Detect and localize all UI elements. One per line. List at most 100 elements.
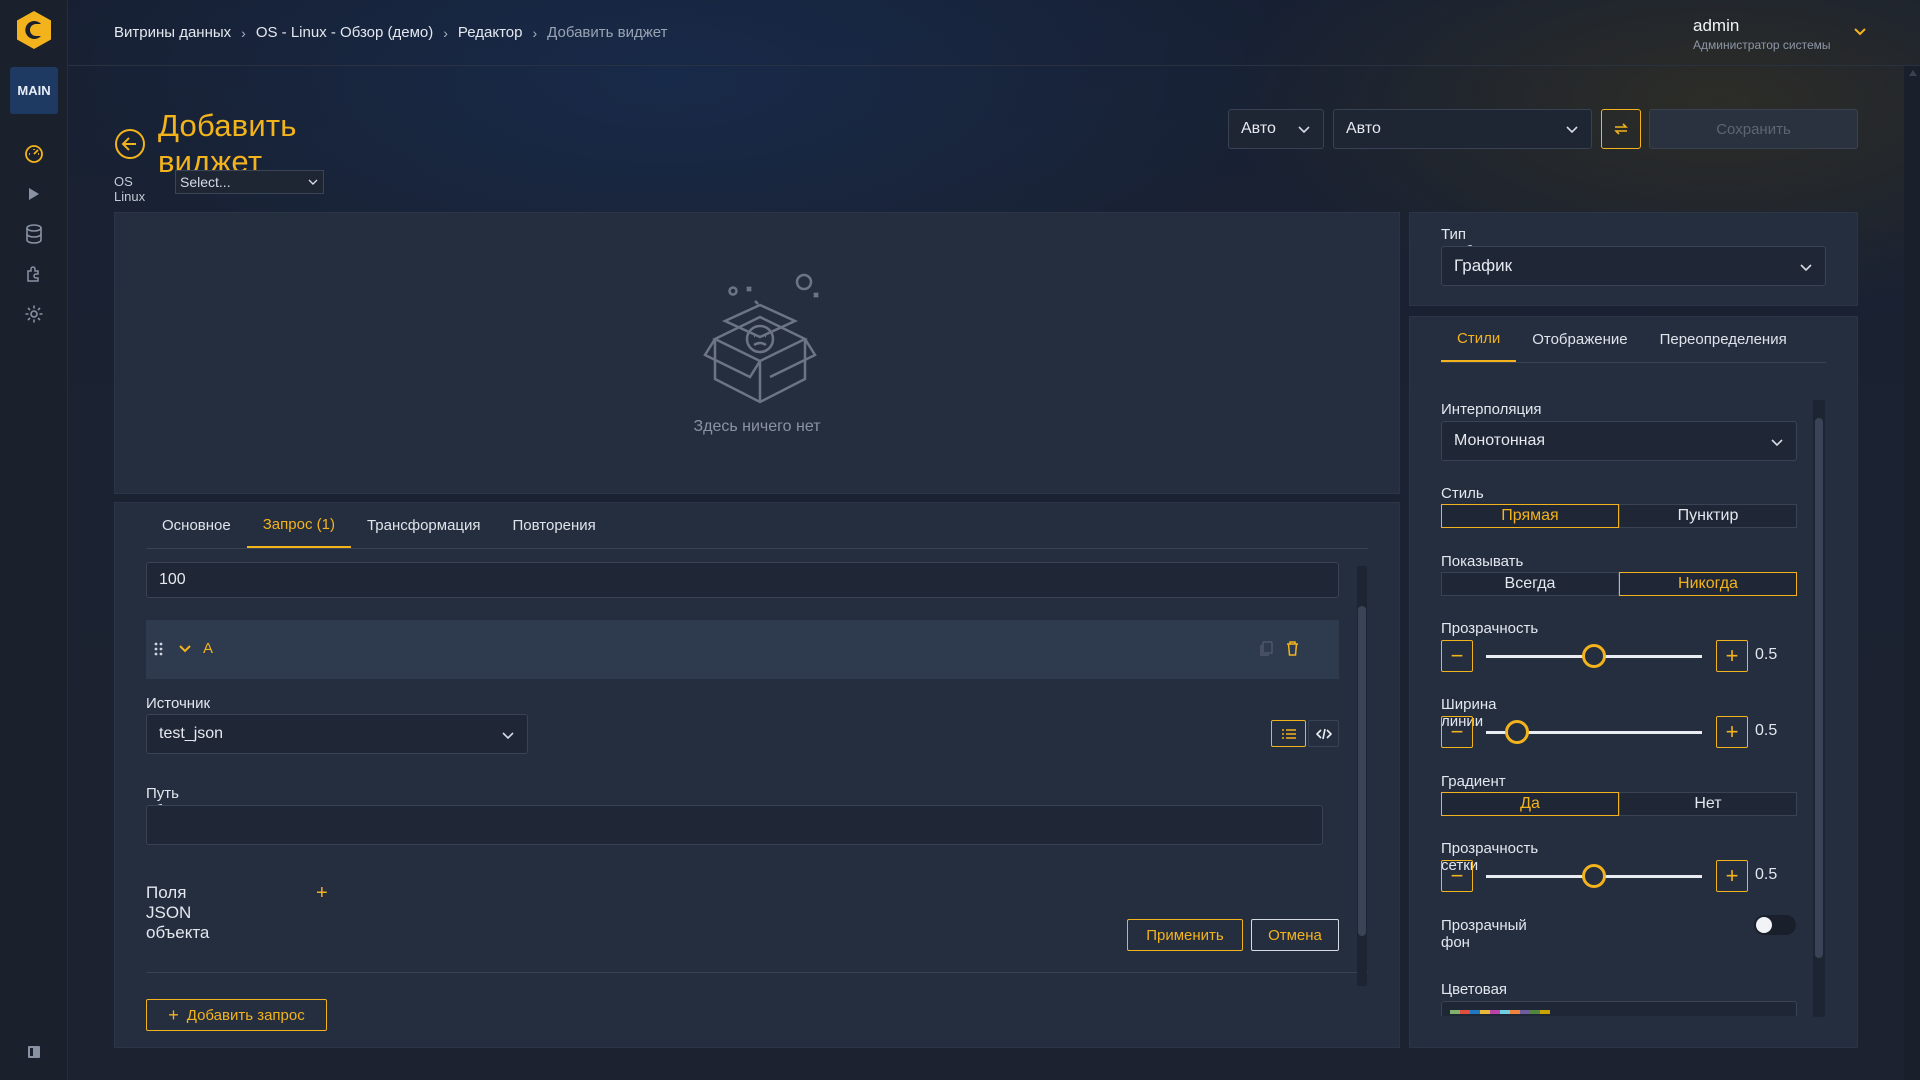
- opacity-label: Прозрачность: [1441, 620, 1539, 637]
- transparent-bg-toggle[interactable]: [1754, 915, 1796, 935]
- line-style-toggle: Прямая Пунктир: [1441, 504, 1797, 528]
- tab-general[interactable]: Основное: [146, 502, 247, 548]
- tab-transformation[interactable]: Трансформация: [351, 502, 497, 548]
- copy-icon[interactable]: [1260, 641, 1273, 661]
- time-select-1[interactable]: Авто: [1228, 109, 1324, 149]
- app-logo[interactable]: [14, 10, 54, 50]
- chevron-down-icon: [1771, 439, 1783, 447]
- chevron-right-icon: ›: [532, 24, 538, 41]
- divider: [146, 972, 1368, 973]
- dashboard-icon[interactable]: [22, 142, 46, 166]
- tab-query[interactable]: Запрос (1): [246, 502, 351, 548]
- plus-icon[interactable]: +: [316, 882, 328, 905]
- interpolation-select[interactable]: Монотонная: [1441, 421, 1797, 461]
- widget-preview: Здесь ничего нет: [114, 212, 1400, 494]
- line-width-increment-button[interactable]: +: [1716, 716, 1748, 748]
- datasource-select-value: test_json: [159, 725, 224, 742]
- empty-state-text: Здесь ничего нет: [693, 418, 821, 435]
- drag-handle-icon[interactable]: [154, 642, 164, 661]
- grid-opacity-decrement-button[interactable]: −: [1441, 860, 1473, 892]
- time-select-2[interactable]: Авто: [1333, 109, 1592, 149]
- chevron-down-icon: [1800, 264, 1812, 272]
- chevron-right-icon: ›: [443, 24, 448, 41]
- list-icon: [1281, 728, 1296, 739]
- tab-display[interactable]: Отображение: [1516, 316, 1643, 362]
- query-scrollbar[interactable]: [1357, 566, 1367, 986]
- display-type-value: График: [1454, 256, 1513, 275]
- query-name: A: [203, 640, 214, 657]
- palette-select[interactable]: [1441, 1001, 1797, 1016]
- add-query-label: Добавить запрос: [186, 1006, 305, 1024]
- options-tabs: Стили Отображение Переопределения: [1441, 316, 1826, 363]
- line-width-decrement-button[interactable]: −: [1441, 716, 1473, 748]
- breadcrumb-item[interactable]: OS - Linux - Обзор (демо): [256, 24, 433, 41]
- limit-input[interactable]: 100: [146, 562, 1339, 598]
- gradient-no[interactable]: Нет: [1619, 792, 1797, 816]
- cancel-button[interactable]: Отмена: [1251, 919, 1339, 951]
- tab-repeats[interactable]: Повторения: [497, 502, 612, 548]
- query-row[interactable]: A: [146, 620, 1339, 679]
- top-bar: Витрины данных › OS - Linux - Обзор (дем…: [68, 0, 1920, 66]
- chevron-down-icon: [1298, 126, 1310, 134]
- chevron-down-icon: [502, 732, 514, 740]
- refresh-button[interactable]: [1601, 109, 1641, 149]
- chevron-right-icon: ›: [241, 24, 246, 41]
- object-path-input[interactable]: [146, 805, 1323, 845]
- display-type-select[interactable]: График: [1441, 246, 1826, 286]
- grid-opacity-value: 0.5: [1755, 866, 1778, 883]
- opacity-slider-thumb[interactable]: [1582, 644, 1606, 668]
- user-menu[interactable]: admin Администратор системы: [1693, 16, 1831, 52]
- breadcrumb-item[interactable]: Редактор: [458, 24, 523, 41]
- settings-icon[interactable]: [22, 302, 46, 326]
- opacity-increment-button[interactable]: +: [1716, 640, 1748, 672]
- editor-tabs: Основное Запрос (1) Трансформация Повтор…: [146, 502, 1368, 549]
- gradient-yes[interactable]: Да: [1441, 792, 1619, 816]
- opacity-decrement-button[interactable]: −: [1441, 640, 1473, 672]
- time-select-1-value: Авто: [1241, 120, 1276, 137]
- line-style-dashed[interactable]: Пунктир: [1619, 504, 1797, 528]
- page-scrollbar[interactable]: [1904, 66, 1920, 1080]
- play-icon[interactable]: [22, 182, 46, 206]
- transparent-bg-label: Прозрачный фон: [1441, 917, 1527, 951]
- apply-button[interactable]: Применить: [1127, 919, 1243, 951]
- chevron-down-icon[interactable]: [1853, 24, 1867, 42]
- line-width-slider-thumb[interactable]: [1505, 720, 1529, 744]
- time-select-2-value: Авто: [1346, 120, 1381, 137]
- grid-opacity-slider-thumb[interactable]: [1582, 864, 1606, 888]
- variable-select-value: Select...: [180, 174, 231, 190]
- show-points-toggle: Всегда Никогда: [1441, 572, 1797, 596]
- json-fields-label: Поля JSON объекта: [146, 883, 209, 943]
- gradient-label: Градиент: [1441, 773, 1506, 790]
- breadcrumb: Витрины данных › OS - Linux - Обзор (дем…: [114, 24, 667, 41]
- tab-overrides[interactable]: Переопределения: [1644, 316, 1803, 362]
- grid-opacity-increment-button[interactable]: +: [1716, 860, 1748, 892]
- interpolation-value: Монотонная: [1454, 432, 1546, 449]
- breadcrumb-item[interactable]: Витрины данных: [114, 24, 231, 41]
- show-points-always[interactable]: Всегда: [1441, 572, 1619, 596]
- line-style-solid[interactable]: Прямая: [1441, 504, 1619, 528]
- code-icon: [1315, 728, 1332, 739]
- opacity-value: 0.5: [1755, 646, 1778, 663]
- user-name: admin: [1693, 16, 1740, 35]
- back-arrow-icon[interactable]: [114, 128, 146, 160]
- show-points-never[interactable]: Никогда: [1619, 572, 1797, 596]
- collapse-sidebar-icon[interactable]: [22, 1040, 46, 1064]
- add-query-button[interactable]: + Добавить запрос: [146, 999, 327, 1031]
- trash-icon[interactable]: [1286, 641, 1299, 661]
- plugin-icon[interactable]: [22, 262, 46, 286]
- options-scrollbar[interactable]: [1813, 400, 1825, 1017]
- variable-label: OS Linux: [114, 174, 146, 204]
- chevron-down-icon[interactable]: [178, 642, 192, 660]
- list-view-button[interactable]: [1271, 720, 1306, 747]
- palette-swatch: [1450, 1010, 1550, 1014]
- tab-styles[interactable]: Стили: [1441, 316, 1517, 362]
- json-fields-label-text: Поля JSON объекта: [146, 883, 210, 942]
- datasource-select[interactable]: test_json: [146, 714, 528, 754]
- code-view-button[interactable]: [1308, 720, 1339, 747]
- save-button[interactable]: Сохранить: [1649, 109, 1858, 149]
- variable-select[interactable]: Select...: [175, 170, 324, 194]
- user-role: Администратор системы: [1693, 38, 1831, 52]
- database-icon[interactable]: [22, 222, 46, 246]
- limit-input-value: 100: [159, 571, 186, 588]
- workspace-badge[interactable]: MAIN: [10, 67, 58, 114]
